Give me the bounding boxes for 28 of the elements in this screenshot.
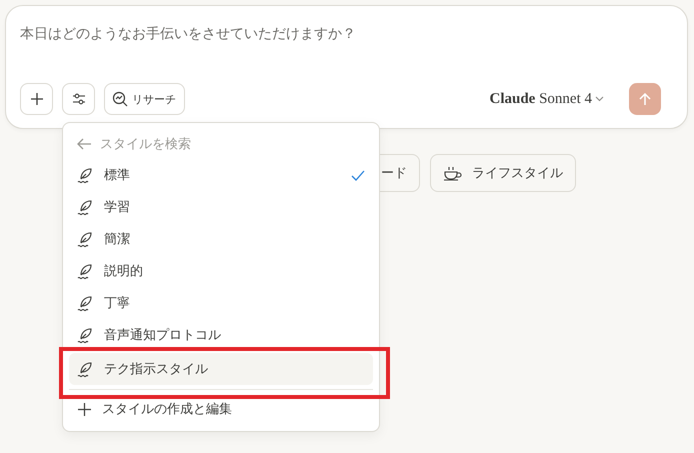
message-input[interactable]: 本日はどのようなお手伝いをさせていただけますか？: [20, 26, 420, 42]
back-arrow-icon[interactable]: [77, 138, 92, 150]
lifestyle-chip[interactable]: ライフスタイル: [430, 154, 576, 192]
feather-icon: [77, 166, 94, 184]
chevron-down-icon: [595, 96, 604, 102]
style-item[interactable]: テク指示スタイル: [69, 353, 373, 385]
feather-icon: [77, 262, 94, 280]
feather-icon: [77, 326, 94, 344]
style-item[interactable]: 音声通知プロトコル: [69, 319, 373, 351]
research-button[interactable]: リサーチ: [104, 83, 185, 115]
create-edit-styles-item[interactable]: スタイルの作成と編集: [69, 393, 373, 425]
style-item[interactable]: 丁寧: [69, 287, 373, 319]
plus-icon: [77, 402, 92, 416]
feather-icon: [77, 294, 94, 312]
cup-icon: [443, 165, 463, 181]
style-item[interactable]: 説明的: [69, 255, 373, 287]
sliders-icon: [72, 92, 86, 106]
feather-icon: [77, 198, 94, 216]
feather-icon: [77, 230, 94, 248]
plus-icon: [30, 92, 44, 106]
style-settings-button[interactable]: [62, 83, 95, 115]
arrow-up-icon: [639, 92, 651, 106]
style-item[interactable]: 簡潔: [69, 223, 373, 255]
add-button[interactable]: [20, 83, 53, 115]
feather-icon: [77, 360, 94, 378]
style-item[interactable]: 学習: [69, 191, 373, 223]
model-selector[interactable]: Claude Sonnet 4: [489, 90, 604, 108]
search-icon: [112, 91, 128, 107]
